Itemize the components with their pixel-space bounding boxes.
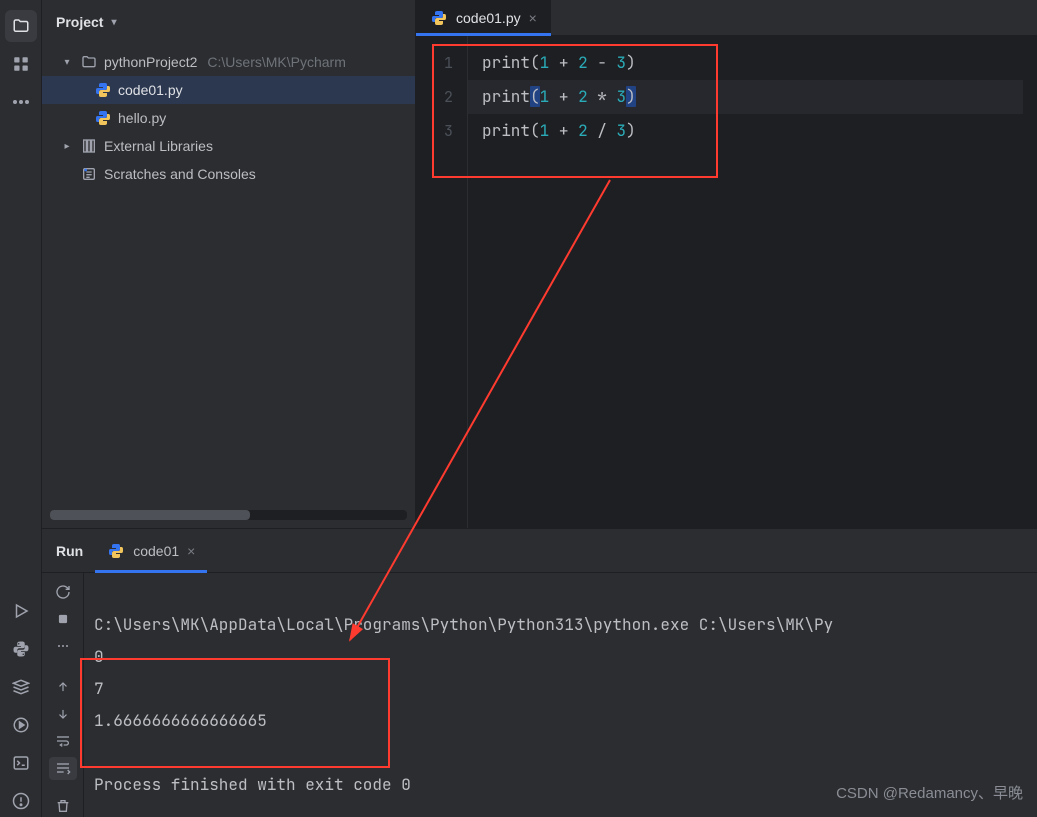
tree-root[interactable]: ▾ pythonProject2 C:\Users\MK\Pycharm: [42, 48, 415, 76]
python-file-icon: [430, 10, 448, 26]
structure-icon[interactable]: [5, 48, 37, 80]
project-tool-icon[interactable]: [5, 10, 37, 42]
library-icon: [80, 138, 98, 154]
down-icon[interactable]: [49, 703, 77, 726]
line-number: 3: [416, 114, 453, 148]
left-tool-rail: [0, 0, 42, 817]
scratches-icon: [80, 166, 98, 182]
python-file-icon: [94, 82, 112, 98]
scroll-to-end-icon[interactable]: [49, 757, 77, 780]
up-icon[interactable]: [49, 676, 77, 699]
project-panel: Project ▾ ▾ pythonProject2 C:\Users\MK\P…: [42, 0, 416, 528]
run-tab-name: code01: [133, 543, 179, 559]
folder-icon: [80, 54, 98, 70]
run-sidebar: [42, 573, 84, 817]
run-title: Run: [56, 543, 83, 559]
code-line: print(1 + 2 / 3): [482, 114, 1023, 148]
line-gutter: 1 2 3: [416, 36, 468, 528]
more-tools-icon[interactable]: [5, 86, 37, 118]
tree-external-label: External Libraries: [104, 138, 213, 154]
horizontal-scrollbar[interactable]: [50, 510, 407, 520]
console-output[interactable]: C:\Users\MK\AppData\Local\Programs\Pytho…: [84, 573, 1037, 817]
line-number: 2: [416, 80, 453, 114]
chevron-down-icon: ▾: [111, 17, 116, 28]
python-file-icon: [107, 543, 125, 559]
editor-tab-name: code01.py: [456, 10, 521, 26]
console-line: 1.6666666666666665: [94, 710, 267, 731]
trash-icon[interactable]: [49, 794, 77, 817]
run-tab[interactable]: code01 ×: [95, 529, 207, 572]
tree-scratches-label: Scratches and Consoles: [104, 166, 256, 182]
tree-file[interactable]: hello.py: [42, 104, 415, 132]
console-exit: Process finished with exit code 0: [94, 774, 411, 795]
editor-tabs: code01.py ×: [416, 0, 1037, 36]
soft-wrap-icon[interactable]: [49, 730, 77, 753]
line-number: 1: [416, 46, 453, 80]
chevron-down-icon: ▾: [60, 57, 74, 68]
tree-file-name: code01.py: [118, 82, 183, 98]
project-header[interactable]: Project ▾: [42, 0, 415, 44]
console-cmd: C:\Users\MK\AppData\Local\Programs\Pytho…: [94, 614, 833, 635]
tree-root-name: pythonProject2: [104, 54, 197, 70]
stop-icon[interactable]: [49, 608, 77, 631]
run-tool-icon[interactable]: [5, 595, 37, 627]
watermark: CSDN @Redamancy、早晚: [836, 782, 1023, 803]
code-line: print(1 + 2 * 3): [468, 80, 1023, 114]
tree-scratches[interactable]: Scratches and Consoles: [42, 160, 415, 188]
console-line: 0: [94, 646, 104, 667]
console-line: 7: [94, 678, 104, 699]
run-header: Run code01 ×: [42, 529, 1037, 573]
editor-tab[interactable]: code01.py ×: [416, 0, 551, 35]
project-tree: ▾ pythonProject2 C:\Users\MK\Pycharm cod…: [42, 44, 415, 510]
code-line: print(1 + 2 - 3): [482, 46, 1023, 80]
python-file-icon: [94, 110, 112, 126]
tree-external-libraries[interactable]: ▸ External Libraries: [42, 132, 415, 160]
code-content[interactable]: print(1 + 2 - 3) print(1 + 2 * 3) print(…: [468, 36, 1037, 528]
tree-root-path: C:\Users\MK\Pycharm: [207, 54, 345, 70]
close-icon[interactable]: ×: [187, 543, 195, 559]
rerun-icon[interactable]: [49, 581, 77, 604]
run-panel: Run code01 ×: [42, 529, 1037, 817]
problems-icon[interactable]: [5, 785, 37, 817]
python-console-icon[interactable]: [5, 633, 37, 665]
close-icon[interactable]: ×: [529, 10, 537, 26]
project-header-label: Project: [56, 14, 103, 30]
terminal-icon[interactable]: [5, 747, 37, 779]
tree-file-name: hello.py: [118, 110, 166, 126]
chevron-right-icon: ▸: [60, 141, 74, 152]
editor-area: code01.py × 1 2 3 print(1 + 2 - 3) print…: [416, 0, 1037, 528]
debug-tool-icon[interactable]: [5, 709, 37, 741]
editor-body[interactable]: 1 2 3 print(1 + 2 - 3) print(1 + 2 * 3) …: [416, 36, 1037, 528]
tree-file[interactable]: code01.py: [42, 76, 415, 104]
services-icon[interactable]: [5, 671, 37, 703]
more-icon[interactable]: [49, 635, 77, 658]
